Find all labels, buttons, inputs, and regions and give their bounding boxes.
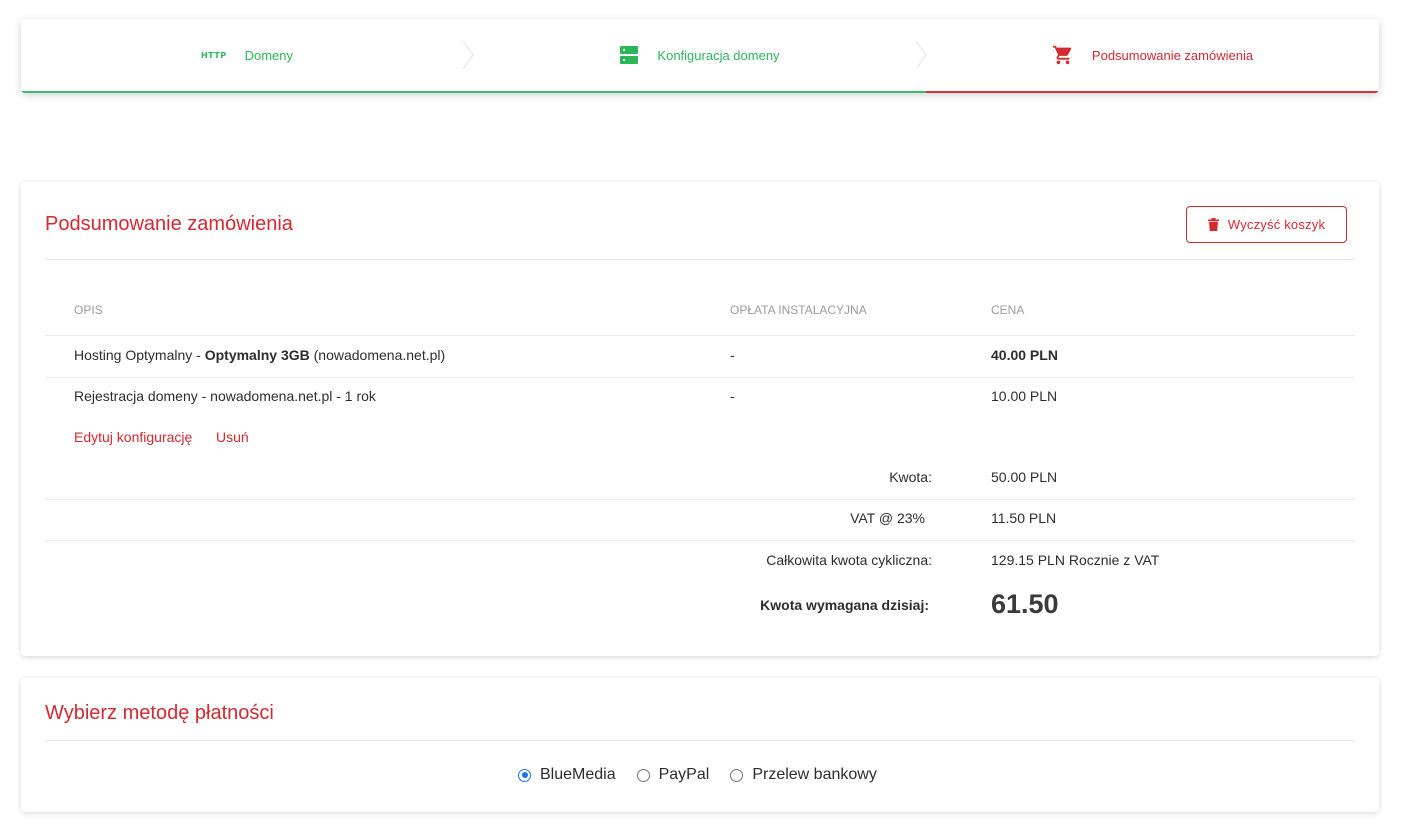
radio-checked-icon[interactable] [518,768,531,782]
radio-unchecked-icon[interactable] [636,768,650,782]
payment-option-label: PayPal [658,766,710,783]
step-separator-icon [463,41,474,69]
payment-method-title: Wybierz metodę płatności [45,702,274,724]
payment-option-paypal[interactable]: PayPal [636,766,710,784]
payment-options: BlueMedia PayPal Przelew bankowy [518,766,898,784]
step-domains[interactable]: HTTP Domeny [21,19,474,93]
row-divider [45,377,1355,378]
radio-unchecked-icon[interactable] [730,768,744,782]
column-header-price: CENA [991,303,1025,317]
vat-label: VAT @ 23% [850,510,925,526]
item-price: 40.00 PLN [991,347,1058,363]
row-divider [45,335,1355,336]
recurring-total-value: 129.15 PLN Rocznie z VAT [991,552,1160,568]
payment-option-bluemedia[interactable]: BlueMedia [518,766,616,784]
vat-value: 11.50 PLN [991,510,1057,526]
step-order-summary-label: Podsumowanie zamówienia [1091,47,1254,63]
title-divider [45,740,1355,741]
item-description: Hosting Optymalny - Optymalny 3GB (nowad… [74,347,446,363]
step-domain-config-label: Konfiguracja domeny [657,47,780,63]
column-header-description: OPIS [74,303,103,317]
row-divider [45,499,1355,500]
title-divider [45,259,1355,260]
order-summary-title: Podsumowanie zamówienia [45,213,293,235]
row-divider [45,540,1355,541]
item-setup-fee: - [730,388,735,404]
due-today-label: Kwota wymagana dzisiaj: [760,597,929,613]
subtotal-label: Kwota: [889,469,932,485]
column-header-setup-fee: OPŁATA INSTALACYJNA [730,303,867,317]
due-today-value: 61.50 [991,589,1059,619]
subtotal-value: 50.00 PLN [991,469,1058,485]
payment-option-label: BlueMedia [540,766,616,783]
clear-cart-button[interactable]: Wyczyść koszyk [1186,206,1347,243]
edit-configuration-link[interactable]: Edytuj konfigurację [74,429,192,445]
cart-icon [1052,44,1074,66]
step-separator-icon [916,41,927,69]
item-description: Rejestracja domeny - nowadomena.net.pl -… [74,388,376,404]
step-domain-config[interactable]: Konfiguracja domeny [473,19,927,93]
payment-option-label: Przelew bankowy [752,766,877,783]
http-icon: HTTP [200,50,227,60]
step-order-summary[interactable]: Podsumowanie zamówienia [926,19,1379,93]
trash-icon [1207,218,1219,231]
server-icon [619,45,639,65]
remove-item-link[interactable]: Usuń [216,429,249,445]
payment-option-bank-transfer[interactable]: Przelew bankowy [730,766,877,784]
checkout-steps: HTTP Domeny Konfiguracja domeny Podsumow… [21,19,1379,93]
item-setup-fee: - [730,347,735,363]
item-price: 10.00 PLN [991,388,1058,404]
clear-cart-label: Wyczyść koszyk [1227,217,1326,232]
payment-method-card: Wybierz metodę płatności BlueMedia PayPa… [21,678,1379,812]
step-domains-label: Domeny [244,47,294,63]
recurring-total-label: Całkowita kwota cykliczna: [766,552,932,568]
order-summary-card: Podsumowanie zamówienia Wyczyść koszyk O… [21,182,1379,656]
